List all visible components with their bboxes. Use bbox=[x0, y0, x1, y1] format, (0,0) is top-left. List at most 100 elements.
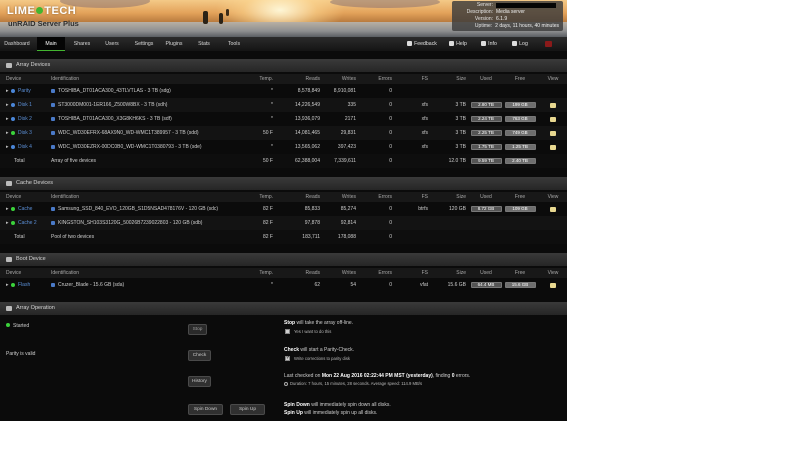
column-header-id[interactable]: Identification bbox=[51, 74, 251, 84]
column-header-fs[interactable]: FS bbox=[414, 74, 428, 84]
expand-arrow-icon[interactable]: ▸ bbox=[6, 102, 10, 108]
column-header-reads[interactable]: Reads bbox=[286, 192, 320, 202]
column-header-writes[interactable]: Writes bbox=[322, 74, 356, 84]
free-bar: 199 GB bbox=[504, 102, 536, 108]
nav-feedback[interactable]: Feedback bbox=[403, 37, 441, 51]
folder-icon[interactable] bbox=[550, 282, 556, 288]
cache-devices-header: Device Identification Temp. Reads Writes Erro… bbox=[0, 192, 567, 202]
nav-shares[interactable]: Shares bbox=[67, 37, 97, 51]
column-header-errors[interactable]: Errors bbox=[358, 74, 392, 84]
expand-arrow-icon[interactable]: ▸ bbox=[6, 282, 10, 288]
column-header-errors[interactable]: Errors bbox=[358, 268, 392, 278]
nav-tools[interactable]: Tools bbox=[220, 37, 248, 51]
nav-stats[interactable]: Stats bbox=[190, 37, 218, 51]
column-header-free[interactable]: Free bbox=[504, 268, 536, 278]
column-header-device[interactable]: Device bbox=[6, 192, 46, 202]
column-header-size[interactable]: Size bbox=[436, 74, 466, 84]
expand-arrow-icon[interactable]: ▸ bbox=[6, 206, 10, 212]
server-info-row: Uptime: 2 days, 11 hours, 40 minutes bbox=[456, 23, 559, 30]
column-header-device[interactable]: Device bbox=[6, 74, 46, 84]
free-cell bbox=[504, 216, 536, 230]
identification-text: TOSHIBA_DT01ACA300_43TLVTLAS - 3 TB (sdg… bbox=[58, 88, 171, 94]
nav-dashboard[interactable]: Dashboard bbox=[0, 37, 34, 51]
device-link[interactable]: Disk 2 bbox=[18, 116, 32, 122]
column-header-id[interactable]: Identification bbox=[51, 268, 251, 278]
expand-arrow-icon[interactable]: ▸ bbox=[6, 220, 10, 226]
nav-info[interactable]: Info bbox=[477, 37, 501, 51]
spin-up-description: Spin Up will immediately spin up all dis… bbox=[284, 410, 377, 416]
device-link[interactable]: Cache bbox=[18, 206, 32, 212]
column-header-temp[interactable]: Temp. bbox=[253, 192, 273, 202]
nav-plugins[interactable]: Plugins bbox=[159, 37, 189, 51]
nav-users[interactable]: Users bbox=[98, 37, 126, 51]
nav-help[interactable]: Help bbox=[445, 37, 471, 51]
nav-main[interactable]: Main bbox=[37, 37, 65, 51]
expand-arrow-icon[interactable]: ▸ bbox=[6, 116, 10, 122]
total-size-cell: 12.0 TB bbox=[448, 158, 466, 164]
identification-cell: WDC_WD30EFRX-68AX9N0_WD-WMC1T389957 - 3 … bbox=[51, 126, 251, 140]
column-header-free[interactable]: Free bbox=[504, 192, 536, 202]
column-header-used[interactable]: Used bbox=[470, 268, 502, 278]
parity-status: Parity is valid bbox=[6, 351, 36, 357]
column-header-id[interactable]: Identification bbox=[51, 192, 251, 202]
spin-down-text: will immediately spin down all disks. bbox=[309, 402, 391, 408]
column-header-view[interactable]: View bbox=[545, 268, 561, 278]
column-header-view[interactable]: View bbox=[545, 192, 561, 202]
column-header-used[interactable]: Used bbox=[470, 192, 502, 202]
spin-up-text: will immediately spin up all disks. bbox=[302, 410, 378, 416]
nav-settings[interactable]: Settings bbox=[128, 37, 160, 51]
column-header-used[interactable]: Used bbox=[470, 74, 502, 84]
folder-icon[interactable] bbox=[550, 206, 556, 212]
column-header-temp[interactable]: Temp. bbox=[253, 268, 273, 278]
column-header-size[interactable]: Size bbox=[436, 268, 466, 278]
device-link[interactable]: Cache 2 bbox=[18, 220, 37, 226]
column-header-fs[interactable]: FS bbox=[414, 192, 428, 202]
check-button[interactable]: Check bbox=[188, 350, 211, 361]
column-header-size[interactable]: Size bbox=[436, 192, 466, 202]
column-header-fs[interactable]: FS bbox=[414, 268, 428, 278]
nav-log[interactable]: Log bbox=[508, 37, 532, 51]
expand-arrow-icon[interactable]: ▸ bbox=[6, 88, 10, 94]
folder-icon[interactable] bbox=[550, 130, 556, 136]
boot-device-title[interactable]: Boot Device bbox=[0, 253, 567, 266]
status-blue-icon bbox=[11, 103, 15, 107]
total-size-cell bbox=[436, 230, 466, 244]
column-header-device[interactable]: Device bbox=[6, 268, 46, 278]
folder-icon[interactable] bbox=[550, 144, 556, 150]
column-header-reads[interactable]: Reads bbox=[286, 74, 320, 84]
expand-arrow-icon[interactable]: ▸ bbox=[6, 144, 10, 150]
spin-down-button[interactable]: Spin Down bbox=[188, 404, 223, 415]
column-header-writes[interactable]: Writes bbox=[322, 192, 356, 202]
device-link[interactable]: Disk 1 bbox=[18, 102, 32, 108]
errors-cell: 0 bbox=[389, 102, 392, 108]
boot-device-header: Device Identification Temp. Reads Writes Erro… bbox=[0, 268, 567, 278]
spin-up-button[interactable]: Spin Up bbox=[230, 404, 265, 415]
expand-arrow-icon[interactable]: ▸ bbox=[6, 130, 10, 136]
array-operation-title[interactable]: Array Operation bbox=[0, 302, 567, 315]
column-header-reads[interactable]: Reads bbox=[286, 268, 320, 278]
temp-cell: * bbox=[271, 88, 273, 94]
stop-button[interactable]: Stop bbox=[188, 324, 207, 335]
column-header-temp[interactable]: Temp. bbox=[253, 74, 273, 84]
identification-text: TOSHIBA_DT01ACA300_X3G8KH6KS - 3 TB (sdf… bbox=[58, 116, 172, 122]
brand-logo[interactable]: LIME TECH bbox=[7, 5, 76, 17]
cache-devices-title[interactable]: Cache Devices bbox=[0, 177, 567, 190]
section-title-text: Array Devices bbox=[16, 62, 51, 68]
power-icon[interactable] bbox=[545, 41, 552, 47]
folder-icon[interactable] bbox=[550, 102, 556, 108]
device-link[interactable]: Flash bbox=[18, 282, 30, 288]
device-link[interactable]: Disk 4 bbox=[18, 144, 32, 150]
folder-icon[interactable] bbox=[550, 116, 556, 122]
column-header-view[interactable]: View bbox=[545, 74, 561, 84]
column-header-free[interactable]: Free bbox=[504, 74, 536, 84]
total-id-cell: Pool of two devices bbox=[51, 234, 95, 240]
reads-cell: 13,936,079 bbox=[294, 116, 320, 122]
column-header-errors[interactable]: Errors bbox=[358, 192, 392, 202]
history-button[interactable]: History bbox=[188, 376, 211, 387]
stop-confirm-checkbox[interactable] bbox=[285, 329, 290, 334]
column-header-writes[interactable]: Writes bbox=[322, 268, 356, 278]
device-link[interactable]: Disk 3 bbox=[18, 130, 32, 136]
device-link[interactable]: Parity bbox=[18, 88, 31, 94]
array-devices-title[interactable]: Array Devices bbox=[0, 59, 567, 72]
write-corrections-checkbox[interactable] bbox=[285, 355, 290, 361]
